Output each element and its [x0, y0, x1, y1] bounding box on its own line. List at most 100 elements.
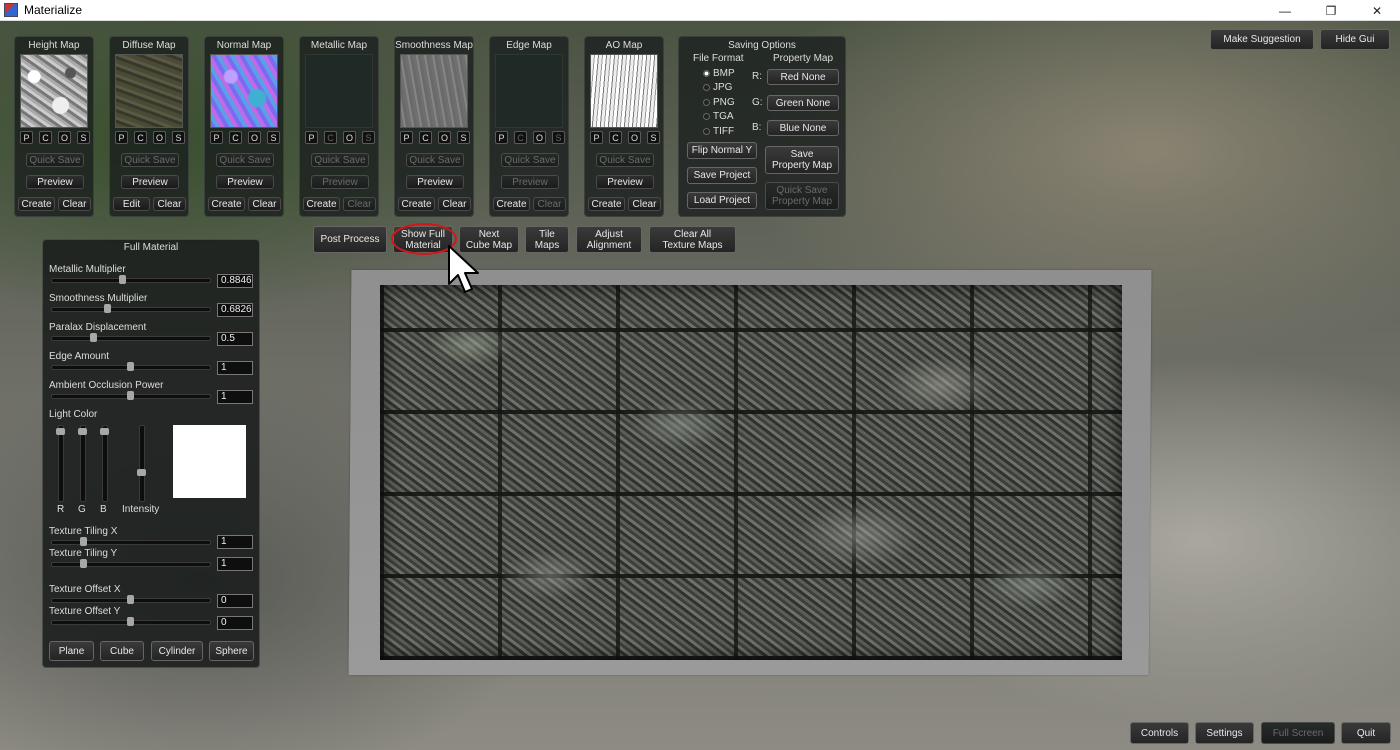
- format-radio-jpg[interactable]: JPG: [703, 82, 732, 93]
- c-button[interactable]: C: [609, 131, 622, 144]
- texture-tiling-y-field[interactable]: 1: [217, 557, 253, 571]
- create-button[interactable]: Create: [303, 197, 340, 211]
- o-button[interactable]: O: [628, 131, 641, 144]
- clear-button[interactable]: Clear: [343, 197, 376, 211]
- slider-knob[interactable]: [127, 617, 134, 626]
- texture-tiling-x-slider[interactable]: [51, 537, 211, 546]
- quick-save-button[interactable]: Quick Save: [596, 153, 654, 167]
- preview-button[interactable]: Preview: [501, 175, 559, 189]
- slider-knob[interactable]: [80, 537, 87, 546]
- s-button[interactable]: S: [77, 131, 90, 144]
- edge-amount-slider[interactable]: [51, 362, 211, 371]
- diffuse-map-thumbnail[interactable]: [115, 54, 183, 128]
- p-button[interactable]: P: [590, 131, 603, 144]
- slider-knob[interactable]: [137, 469, 146, 476]
- edit-button[interactable]: Edit: [113, 197, 150, 211]
- preview-button[interactable]: Preview: [216, 175, 274, 189]
- red-slider[interactable]: [56, 425, 65, 502]
- green-slider[interactable]: [78, 425, 87, 502]
- metallic-multiplier-slider[interactable]: [51, 275, 211, 284]
- create-button[interactable]: Create: [493, 197, 530, 211]
- preview-button[interactable]: Preview: [26, 175, 84, 189]
- close-button[interactable]: ✕: [1354, 0, 1400, 21]
- texture-offset-y-field[interactable]: 0: [217, 616, 253, 630]
- paralax-displacement-slider[interactable]: [51, 333, 211, 342]
- preview-button[interactable]: Preview: [406, 175, 464, 189]
- c-button[interactable]: C: [419, 131, 432, 144]
- s-button[interactable]: S: [172, 131, 185, 144]
- create-button[interactable]: Create: [398, 197, 435, 211]
- slider-knob[interactable]: [104, 304, 111, 313]
- full-screen-button[interactable]: Full Screen: [1261, 722, 1335, 744]
- ao-power-field[interactable]: 1: [217, 390, 253, 404]
- blue-slider[interactable]: [100, 425, 109, 502]
- preview-button[interactable]: Preview: [121, 175, 179, 189]
- settings-button[interactable]: Settings: [1195, 722, 1254, 744]
- cube-button[interactable]: Cube: [100, 641, 144, 661]
- texture-offset-y-slider[interactable]: [51, 617, 211, 626]
- o-button[interactable]: O: [248, 131, 261, 144]
- s-button[interactable]: S: [457, 131, 470, 144]
- slider-knob[interactable]: [90, 333, 97, 342]
- quick-save-button[interactable]: Quick Save: [311, 153, 369, 167]
- clear-button[interactable]: Clear: [533, 197, 566, 211]
- cylinder-button[interactable]: Cylinder: [151, 641, 203, 661]
- create-button[interactable]: Create: [18, 197, 55, 211]
- format-radio-tga[interactable]: TGA: [703, 111, 734, 122]
- quick-save-button[interactable]: Quick Save: [216, 153, 274, 167]
- plane-button[interactable]: Plane: [49, 641, 94, 661]
- paralax-displacement-field[interactable]: 0.5: [217, 332, 253, 346]
- clear-button[interactable]: Clear: [438, 197, 471, 211]
- s-button[interactable]: S: [552, 131, 565, 144]
- metallic-multiplier-field[interactable]: 0.8846: [217, 274, 253, 288]
- metallic-map-thumbnail[interactable]: [305, 54, 373, 128]
- c-button[interactable]: C: [229, 131, 242, 144]
- quick-save-button[interactable]: Quick Save: [121, 153, 179, 167]
- blue-channel-button[interactable]: Blue None: [767, 120, 839, 136]
- format-radio-bmp[interactable]: BMP: [703, 68, 735, 79]
- c-button[interactable]: C: [134, 131, 147, 144]
- c-button[interactable]: C: [324, 131, 337, 144]
- p-button[interactable]: P: [115, 131, 128, 144]
- slider-knob[interactable]: [100, 428, 109, 435]
- format-radio-tiff[interactable]: TIFF: [703, 126, 734, 137]
- edge-map-thumbnail[interactable]: [495, 54, 563, 128]
- texture-tiling-x-field[interactable]: 1: [217, 535, 253, 549]
- minimize-button[interactable]: —: [1262, 0, 1308, 21]
- edge-amount-field[interactable]: 1: [217, 361, 253, 375]
- o-button[interactable]: O: [153, 131, 166, 144]
- smoothness-map-thumbnail[interactable]: [400, 54, 468, 128]
- controls-button[interactable]: Controls: [1130, 722, 1189, 744]
- quick-save-button[interactable]: Quick Save: [501, 153, 559, 167]
- slider-knob[interactable]: [56, 428, 65, 435]
- normal-map-thumbnail[interactable]: [210, 54, 278, 128]
- load-project-button[interactable]: Load Project: [687, 192, 757, 209]
- o-button[interactable]: O: [438, 131, 451, 144]
- clear-all-texture-maps-button[interactable]: Clear All Texture Maps: [649, 226, 736, 253]
- tile-maps-button[interactable]: Tile Maps: [525, 226, 569, 253]
- quick-save-property-map-button[interactable]: Quick Save Property Map: [765, 182, 839, 210]
- o-button[interactable]: O: [533, 131, 546, 144]
- height-map-thumbnail[interactable]: [20, 54, 88, 128]
- format-radio-png[interactable]: PNG: [703, 97, 735, 108]
- save-project-button[interactable]: Save Project: [687, 167, 757, 184]
- c-button[interactable]: C: [514, 131, 527, 144]
- quick-save-button[interactable]: Quick Save: [26, 153, 84, 167]
- flip-normal-y-button[interactable]: Flip Normal Y: [687, 142, 757, 159]
- slider-knob[interactable]: [80, 559, 87, 568]
- ao-power-slider[interactable]: [51, 391, 211, 400]
- slider-knob[interactable]: [119, 275, 126, 284]
- smoothness-multiplier-slider[interactable]: [51, 304, 211, 313]
- make-suggestion-button[interactable]: Make Suggestion: [1210, 29, 1314, 50]
- s-button[interactable]: S: [267, 131, 280, 144]
- o-button[interactable]: O: [343, 131, 356, 144]
- stone-material-preview[interactable]: [380, 285, 1122, 660]
- green-channel-button[interactable]: Green None: [767, 95, 839, 111]
- adjust-alignment-button[interactable]: Adjust Alignment: [576, 226, 642, 253]
- save-property-map-button[interactable]: Save Property Map: [765, 146, 839, 174]
- clear-button[interactable]: Clear: [153, 197, 186, 211]
- texture-offset-x-slider[interactable]: [51, 595, 211, 604]
- slider-knob[interactable]: [127, 595, 134, 604]
- smoothness-multiplier-field[interactable]: 0.6826: [217, 303, 253, 317]
- texture-tiling-y-slider[interactable]: [51, 559, 211, 568]
